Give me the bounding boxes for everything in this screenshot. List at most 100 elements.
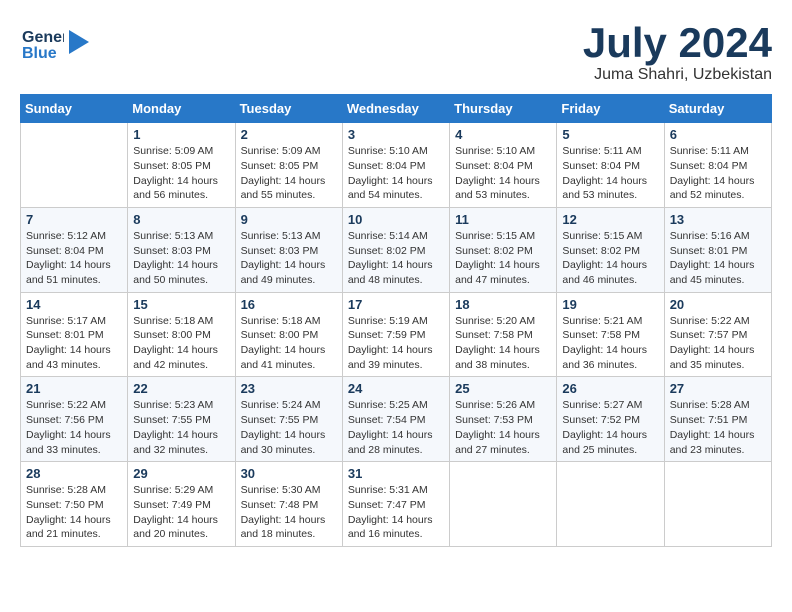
- day-number: 31: [348, 466, 444, 481]
- table-row: 31 Sunrise: 5:31 AMSunset: 7:47 PMDayligh…: [342, 462, 449, 547]
- table-row: 15 Sunrise: 5:18 AMSunset: 8:00 PMDayligh…: [128, 292, 235, 377]
- day-info: Sunrise: 5:12 AMSunset: 8:04 PMDaylight:…: [26, 229, 122, 288]
- table-row: [664, 462, 771, 547]
- table-row: 6Sunrise: 5:11 AMSunset: 8:04 PMDaylight…: [664, 123, 771, 208]
- calendar-header-row: Sunday Monday Tuesday Wednesday Thursday…: [21, 95, 772, 123]
- table-row: 30 Sunrise: 5:30 AMSunset: 7:48 PMDayligh…: [235, 462, 342, 547]
- day-info: Sunrise: 5:13 AMSunset: 8:03 PMDaylight:…: [241, 229, 337, 288]
- table-row: 14 Sunrise: 5:17 AMSunset: 8:01 PMDayligh…: [21, 292, 128, 377]
- table-row: 1Sunrise: 5:09 AMSunset: 8:05 PMDaylight…: [128, 123, 235, 208]
- day-number: 16: [241, 297, 337, 312]
- day-info: Sunrise: 5:18 AMSunset: 8:00 PMDaylight:…: [133, 314, 229, 373]
- day-info: Sunrise: 5:28 AMSunset: 7:50 PMDaylight:…: [26, 483, 122, 542]
- calendar-week-row: 21 Sunrise: 5:22 AMSunset: 7:56 PMDayligh…: [21, 377, 772, 462]
- table-row: 12 Sunrise: 5:15 AMSunset: 8:02 PMDayligh…: [557, 207, 664, 292]
- table-row: 23Sunrise: 5:24 AMSunset: 7:55 PMDayligh…: [235, 377, 342, 462]
- table-row: 5 Sunrise: 5:11 AMSunset: 8:04 PMDaylight…: [557, 123, 664, 208]
- day-info: Sunrise: 5:22 AMSunset: 7:57 PMDaylight:…: [670, 314, 766, 373]
- day-info: Sunrise: 5:11 AMSunset: 8:04 PMDaylight:…: [562, 144, 658, 203]
- col-saturday: Saturday: [664, 95, 771, 123]
- day-number: 8: [133, 212, 229, 227]
- day-info: Sunrise: 5:28 AMSunset: 7:51 PMDaylight:…: [670, 398, 766, 457]
- day-number: 2: [241, 127, 337, 142]
- col-monday: Monday: [128, 95, 235, 123]
- day-info: Sunrise: 5:13 AMSunset: 8:03 PMDaylight:…: [133, 229, 229, 288]
- logo: General Blue: [20, 20, 89, 64]
- day-number: 24: [348, 381, 444, 396]
- table-row: 18 Sunrise: 5:20 AMSunset: 7:58 PMDayligh…: [450, 292, 557, 377]
- table-row: 2 Sunrise: 5:09 AMSunset: 8:05 PMDaylight…: [235, 123, 342, 208]
- table-row: 28 Sunrise: 5:28 AMSunset: 7:50 PMDayligh…: [21, 462, 128, 547]
- day-number: 19: [562, 297, 658, 312]
- day-info: Sunrise: 5:27 AMSunset: 7:52 PMDaylight:…: [562, 398, 658, 457]
- calendar-week-row: 1Sunrise: 5:09 AMSunset: 8:05 PMDaylight…: [21, 123, 772, 208]
- day-number: 30: [241, 466, 337, 481]
- table-row: 7 Sunrise: 5:12 AMSunset: 8:04 PMDaylight…: [21, 207, 128, 292]
- day-info: Sunrise: 5:19 AMSunset: 7:59 PMDaylight:…: [348, 314, 444, 373]
- col-friday: Friday: [557, 95, 664, 123]
- svg-text:Blue: Blue: [22, 45, 57, 62]
- table-row: 10 Sunrise: 5:14 AMSunset: 8:02 PMDayligh…: [342, 207, 449, 292]
- col-wednesday: Wednesday: [342, 95, 449, 123]
- table-row: [21, 123, 128, 208]
- day-number: 5: [562, 127, 658, 142]
- calendar-week-row: 7 Sunrise: 5:12 AMSunset: 8:04 PMDaylight…: [21, 207, 772, 292]
- day-info: Sunrise: 5:31 AMSunset: 7:47 PMDaylight:…: [348, 483, 444, 542]
- table-row: 19 Sunrise: 5:21 AMSunset: 7:58 PMDayligh…: [557, 292, 664, 377]
- table-row: 9 Sunrise: 5:13 AMSunset: 8:03 PMDaylight…: [235, 207, 342, 292]
- day-info: Sunrise: 5:22 AMSunset: 7:56 PMDaylight:…: [26, 398, 122, 457]
- day-number: 3: [348, 127, 444, 142]
- logo-arrow-icon: [69, 30, 89, 54]
- col-tuesday: Tuesday: [235, 95, 342, 123]
- calendar-table: Sunday Monday Tuesday Wednesday Thursday…: [20, 94, 772, 547]
- day-info: Sunrise: 5:26 AMSunset: 7:53 PMDaylight:…: [455, 398, 551, 457]
- day-number: 29: [133, 466, 229, 481]
- table-row: 20 Sunrise: 5:22 AMSunset: 7:57 PMDayligh…: [664, 292, 771, 377]
- day-number: 27: [670, 381, 766, 396]
- day-info: Sunrise: 5:25 AMSunset: 7:54 PMDaylight:…: [348, 398, 444, 457]
- table-row: 27 Sunrise: 5:28 AMSunset: 7:51 PMDayligh…: [664, 377, 771, 462]
- day-number: 25: [455, 381, 551, 396]
- day-number: 20: [670, 297, 766, 312]
- page-subtitle: Juma Shahri, Uzbekistan: [583, 66, 772, 84]
- day-info: Sunrise: 5:17 AMSunset: 8:01 PMDaylight:…: [26, 314, 122, 373]
- calendar-week-row: 14 Sunrise: 5:17 AMSunset: 8:01 PMDayligh…: [21, 292, 772, 377]
- table-row: 24 Sunrise: 5:25 AMSunset: 7:54 PMDayligh…: [342, 377, 449, 462]
- day-number: 10: [348, 212, 444, 227]
- day-info: Sunrise: 5:30 AMSunset: 7:48 PMDaylight:…: [241, 483, 337, 542]
- day-number: 6: [670, 127, 766, 142]
- day-number: 22: [133, 381, 229, 396]
- table-row: 8 Sunrise: 5:13 AMSunset: 8:03 PMDaylight…: [128, 207, 235, 292]
- day-number: 11: [455, 212, 551, 227]
- day-info: Sunrise: 5:20 AMSunset: 7:58 PMDaylight:…: [455, 314, 551, 373]
- day-info: Sunrise: 5:16 AMSunset: 8:01 PMDaylight:…: [670, 229, 766, 288]
- day-number: 18: [455, 297, 551, 312]
- day-number: 13: [670, 212, 766, 227]
- day-info: Sunrise: 5:29 AMSunset: 7:49 PMDaylight:…: [133, 483, 229, 542]
- day-number: 7: [26, 212, 122, 227]
- day-number: 12: [562, 212, 658, 227]
- day-info: Sunrise: 5:24 AMSunset: 7:55 PMDaylight:…: [241, 398, 337, 457]
- day-info: Sunrise: 5:18 AMSunset: 8:00 PMDaylight:…: [241, 314, 337, 373]
- table-row: 29 Sunrise: 5:29 AMSunset: 7:49 PMDayligh…: [128, 462, 235, 547]
- day-number: 9: [241, 212, 337, 227]
- day-info: Sunrise: 5:14 AMSunset: 8:02 PMDaylight:…: [348, 229, 444, 288]
- svg-text:General: General: [22, 29, 64, 46]
- day-info: Sunrise: 5:09 AMSunset: 8:05 PMDaylight:…: [133, 144, 229, 203]
- table-row: 26Sunrise: 5:27 AMSunset: 7:52 PMDayligh…: [557, 377, 664, 462]
- day-info: Sunrise: 5:15 AMSunset: 8:02 PMDaylight:…: [562, 229, 658, 288]
- table-row: [557, 462, 664, 547]
- table-row: 4Sunrise: 5:10 AMSunset: 8:04 PMDaylight…: [450, 123, 557, 208]
- day-info: Sunrise: 5:23 AMSunset: 7:55 PMDaylight:…: [133, 398, 229, 457]
- day-info: Sunrise: 5:09 AMSunset: 8:05 PMDaylight:…: [241, 144, 337, 203]
- day-info: Sunrise: 5:21 AMSunset: 7:58 PMDaylight:…: [562, 314, 658, 373]
- day-number: 14: [26, 297, 122, 312]
- table-row: 21 Sunrise: 5:22 AMSunset: 7:56 PMDayligh…: [21, 377, 128, 462]
- day-number: 21: [26, 381, 122, 396]
- day-number: 28: [26, 466, 122, 481]
- table-row: 17Sunrise: 5:19 AMSunset: 7:59 PMDayligh…: [342, 292, 449, 377]
- title-block: July 2024 Juma Shahri, Uzbekistan: [583, 20, 772, 84]
- day-number: 15: [133, 297, 229, 312]
- day-info: Sunrise: 5:10 AMSunset: 8:04 PMDaylight:…: [348, 144, 444, 203]
- table-row: 13 Sunrise: 5:16 AMSunset: 8:01 PMDayligh…: [664, 207, 771, 292]
